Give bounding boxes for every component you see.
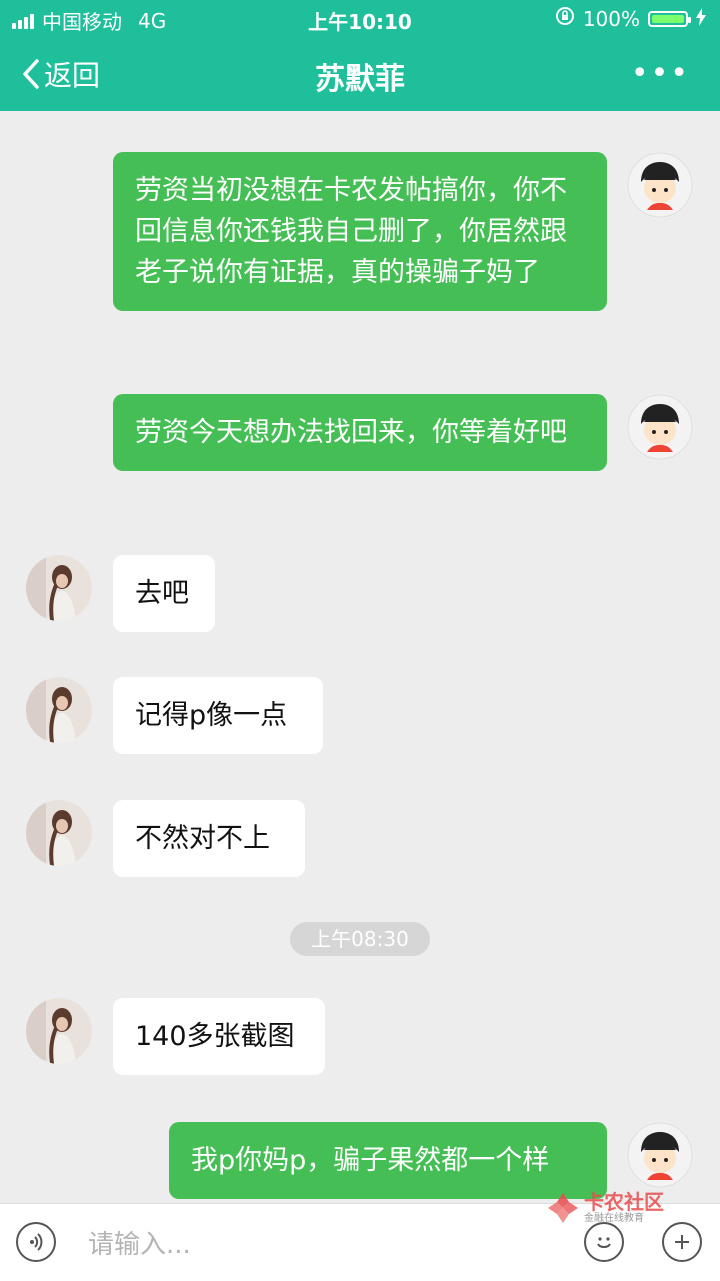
watermark-title: 卡农社区 xyxy=(584,1190,664,1214)
message-bubble[interactable]: 去吧 xyxy=(113,555,215,632)
add-button[interactable] xyxy=(662,1222,702,1262)
message-bubble[interactable]: 劳资当初没想在卡农发帖搞你，你不回信息你还钱我自己删了，你居然跟老子说你有证据，… xyxy=(113,152,607,311)
nav-bar: 返回 苏默菲 ••• xyxy=(0,36,720,111)
message-bubble[interactable]: 不然对不上 xyxy=(113,800,305,877)
app-header: 中国移动 4G 上午10:10 100% 返回 苏默菲 ••• xyxy=(0,0,720,111)
message-text: 去吧 xyxy=(135,578,189,609)
message-text: 劳资当初没想在卡农发帖搞你，你不回信息你还钱我自己删了，你居然跟老子说你有证据，… xyxy=(135,175,567,288)
logo-icon xyxy=(548,1193,578,1223)
message-bubble[interactable]: 劳资今天想办法找回来，你等着好吧 xyxy=(113,394,607,471)
plus-icon xyxy=(675,1235,689,1249)
battery-percent: 100% xyxy=(582,6,640,31)
message-bubble[interactable]: 140多张截图 xyxy=(113,998,325,1075)
page-title: 苏默菲 xyxy=(315,62,405,97)
contact-avatar[interactable] xyxy=(26,800,92,866)
charging-icon xyxy=(696,7,706,31)
contact-avatar[interactable] xyxy=(26,555,92,621)
more-options-button[interactable]: ••• xyxy=(631,56,690,91)
message-bubble[interactable]: 记得p像一点 xyxy=(113,677,323,754)
message-text: 劳资今天想办法找回来，你等着好吧 xyxy=(135,417,567,448)
message-text: 不然对不上 xyxy=(135,823,270,854)
my-avatar[interactable] xyxy=(627,1122,693,1188)
smiley-icon xyxy=(597,1237,611,1248)
timestamp-badge: 上午08:30 xyxy=(290,922,430,956)
message-text: 记得p像一点 xyxy=(135,700,288,731)
battery-icon xyxy=(648,10,691,27)
voice-icon xyxy=(30,1233,43,1251)
message-input[interactable]: 请输入... xyxy=(88,1224,191,1261)
message-bubble[interactable]: 我p你妈p，骗子果然都一个样 xyxy=(169,1122,607,1199)
my-avatar[interactable] xyxy=(627,394,693,460)
emoji-button[interactable] xyxy=(584,1222,624,1262)
watermark-subtitle: 金融在线教育 xyxy=(584,1213,644,1224)
message-text: 我p你妈p，骗子果然都一个样 xyxy=(191,1145,550,1176)
contact-avatar[interactable] xyxy=(26,677,92,743)
my-avatar[interactable] xyxy=(627,152,693,218)
watermark-logo: 卡农社区 金融在线教育 xyxy=(546,1191,664,1225)
rotation-lock-icon xyxy=(555,6,575,31)
message-list[interactable]: 劳资当初没想在卡农发帖搞你，你不回信息你还钱我自己删了，你居然跟老子说你有证据，… xyxy=(0,111,720,1201)
message-text: 140多张截图 xyxy=(135,1021,295,1052)
voice-button[interactable] xyxy=(16,1222,56,1262)
status-bar: 中国移动 4G 上午10:10 100% xyxy=(0,0,720,36)
contact-avatar[interactable] xyxy=(26,998,92,1064)
